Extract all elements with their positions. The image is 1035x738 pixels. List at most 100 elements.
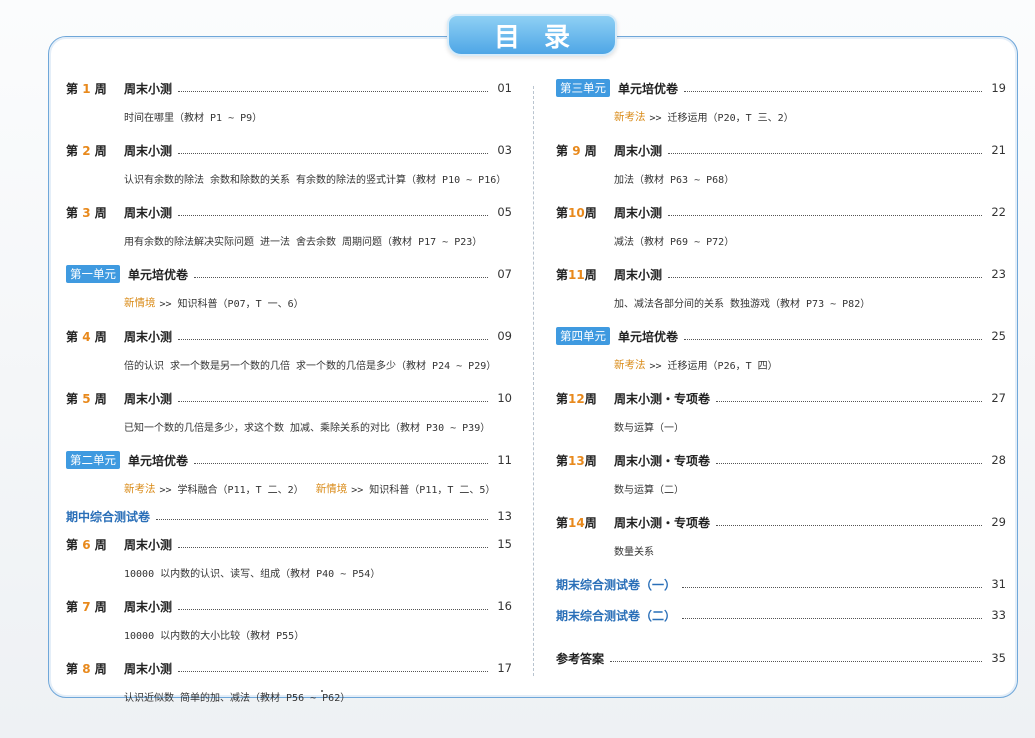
unit-badge: 第三单元 [556, 79, 610, 97]
leader-dots [194, 276, 488, 278]
entry-title: 单元培优卷 [618, 329, 679, 344]
entry-subtitle: 倍的认识 求一个数是另一个数的几倍 求一个数的几倍是多少（教材 P24 ~ P2… [124, 360, 497, 372]
week-label: 第 2 周 [66, 143, 107, 158]
entry-title: 周末小测 [124, 391, 173, 406]
entry-subtitle: 认识有余数的除法 余数和除数的关系 有余数的除法的竖式计算（教材 P10 ~ P… [124, 174, 507, 186]
entry-subtitle: 用有余数的除法解决实际问题 进一法 舍去余数 周期问题（教材 P17 ~ P23… [124, 236, 483, 248]
leader-dots [668, 214, 982, 216]
page-number: 03 [497, 143, 512, 157]
leader-dots [684, 338, 982, 340]
unit-badge: 第二单元 [66, 451, 120, 469]
page-number: 23 [991, 267, 1006, 281]
entry-subtitle: 已知一个数的几倍是多少，求这个数 加减、乘除关系的对比（教材 P30 ~ P39… [124, 422, 491, 434]
entry-title: 单元培优卷 [128, 453, 189, 468]
page-number: 17 [497, 661, 512, 675]
toc-entry-unit-2[interactable]: 第二单元 单元培优卷 11 [66, 450, 512, 470]
page-number: 31 [991, 577, 1006, 591]
week-label: 第 6 周 [66, 537, 107, 552]
toc-entry-week-12[interactable]: 第12周 周末小测・专项卷 27 [556, 388, 1006, 408]
entry-title: 周末小测・专项卷 [614, 515, 711, 530]
toc-entry-week-13[interactable]: 第13周 周末小测・专项卷 28 [556, 450, 1006, 470]
page-number: 05 [497, 205, 512, 219]
entry-subtitle: 10000 以内数的大小比较（教材 P55） [124, 630, 305, 642]
entry-subtitle: 新考法 >> 迁移运用（P26，T 四） [614, 358, 778, 372]
toc-entry-unit-3[interactable]: 第三单元 单元培优卷 19 [556, 78, 1006, 98]
entry-title: 周末小测 [124, 537, 173, 552]
toc-entry-final-1[interactable]: 期末综合测试卷（一） 31 [556, 574, 1006, 594]
leader-dots [668, 276, 982, 278]
entry-subtitle: 减法（教材 P69 ~ P72） [614, 236, 735, 248]
entry-title: 参考答案 [556, 651, 605, 666]
entry-title: 期中综合测试卷 [66, 509, 151, 524]
entry-subtitle: 新考法 >> 学科融合（P11，T 二、2） 新情境 >> 知识科普（P11，T 二… [124, 482, 496, 496]
leader-dots [194, 462, 488, 464]
leader-dots [716, 524, 982, 526]
toc-left-column: 第 1 周 周末小测 01 时间在哪里（教材 P1 ~ P9） 第 2 周 周末… [66, 78, 512, 706]
highlight-tag: 新考法 [614, 358, 646, 371]
entry-subtitle: 时间在哪里（教材 P1 ~ P9） [124, 112, 263, 124]
entry-subtitle: 新情境 >> 知识科普（P07，T 一、6） [124, 296, 304, 310]
page-number: 09 [497, 329, 512, 343]
toc-entry-week-11[interactable]: 第11周 周末小测 23 [556, 264, 1006, 284]
entry-subtitle: 认识近似数 简单的加、减法（教材 P56 ~ P62） [124, 692, 351, 704]
leader-dots [178, 608, 488, 610]
week-label: 第 3 周 [66, 205, 107, 220]
unit-badge: 第一单元 [66, 265, 120, 283]
week-label: 第13周 [556, 453, 597, 468]
toc-entry-week-7[interactable]: 第 7 周 周末小测 16 [66, 596, 512, 616]
page-number: 13 [497, 509, 512, 523]
unit-badge: 第四单元 [556, 327, 610, 345]
entry-title: 周末小测 [124, 661, 173, 676]
entry-title: 周末小测 [124, 599, 173, 614]
entry-title: 期末综合测试卷（一） [556, 577, 677, 592]
leader-dots [668, 152, 982, 154]
entry-subtitle: 数与运算（一） [614, 422, 684, 434]
toc-entry-midterm[interactable]: 期中综合测试卷 13 [66, 506, 512, 526]
page-number: 28 [991, 453, 1006, 467]
leader-dots [178, 152, 488, 154]
entry-title: 周末小测 [124, 329, 173, 344]
toc-entry-week-9[interactable]: 第 9 周 周末小测 21 [556, 140, 1006, 160]
page-number: 29 [991, 515, 1006, 529]
page-number: 21 [991, 143, 1006, 157]
toc-entry-week-14[interactable]: 第14周 周末小测・专项卷 29 [556, 512, 1006, 532]
toc-entry-week-4[interactable]: 第 4 周 周末小测 09 [66, 326, 512, 346]
entry-title: 周末小测 [614, 267, 663, 282]
toc-entry-week-3[interactable]: 第 3 周 周末小测 05 [66, 202, 512, 222]
toc-entry-week-2[interactable]: 第 2 周 周末小测 03 [66, 140, 512, 160]
page-number: 07 [497, 267, 512, 281]
toc-entry-week-10[interactable]: 第10周 周末小测 22 [556, 202, 1006, 222]
toc-entry-unit-4[interactable]: 第四单元 单元培优卷 25 [556, 326, 1006, 346]
leader-dots [178, 90, 488, 92]
page-title: 目录 [447, 14, 617, 56]
entry-subtitle: 10000 以内数的认识、读写、组成（教材 P40 ~ P54） [124, 568, 381, 580]
week-label: 第 8 周 [66, 661, 107, 676]
page-number: 11 [497, 453, 512, 467]
entry-title: 期末综合测试卷（二） [556, 608, 677, 623]
toc-right-column: 第三单元 单元培优卷 19 新考法 >> 迁移运用（P20，T 三、2） 第 9 … [556, 78, 1006, 668]
page-number: 33 [991, 608, 1006, 622]
week-label: 第10周 [556, 205, 597, 220]
leader-dots [178, 338, 488, 340]
toc-entry-week-1[interactable]: 第 1 周 周末小测 01 [66, 78, 512, 98]
toc-entry-week-8[interactable]: 第 8 周 周末小测 17 [66, 658, 512, 678]
leader-dots [178, 546, 488, 548]
leader-dots [178, 400, 488, 402]
toc-entry-final-2[interactable]: 期末综合测试卷（二） 33 [556, 605, 1006, 625]
leader-dots [684, 90, 982, 92]
page-number: 10 [497, 391, 512, 405]
week-label: 第 7 周 [66, 599, 107, 614]
toc-entry-week-5[interactable]: 第 5 周 周末小测 10 [66, 388, 512, 408]
leader-dots [682, 586, 982, 588]
entry-title: 单元培优卷 [128, 267, 189, 282]
leader-dots [716, 462, 982, 464]
toc-entry-answers[interactable]: 参考答案 35 [556, 648, 1006, 668]
page-number: 35 [991, 651, 1006, 665]
toc-entry-unit-1[interactable]: 第一单元 单元培优卷 07 [66, 264, 512, 284]
entry-title: 周末小测 [124, 143, 173, 158]
entry-subtitle: 加法（教材 P63 ~ P68） [614, 174, 735, 186]
entry-title: 周末小测 [614, 205, 663, 220]
toc-entry-week-6[interactable]: 第 6 周 周末小测 15 [66, 534, 512, 554]
leader-dots [156, 518, 488, 520]
leader-dots [682, 617, 982, 619]
